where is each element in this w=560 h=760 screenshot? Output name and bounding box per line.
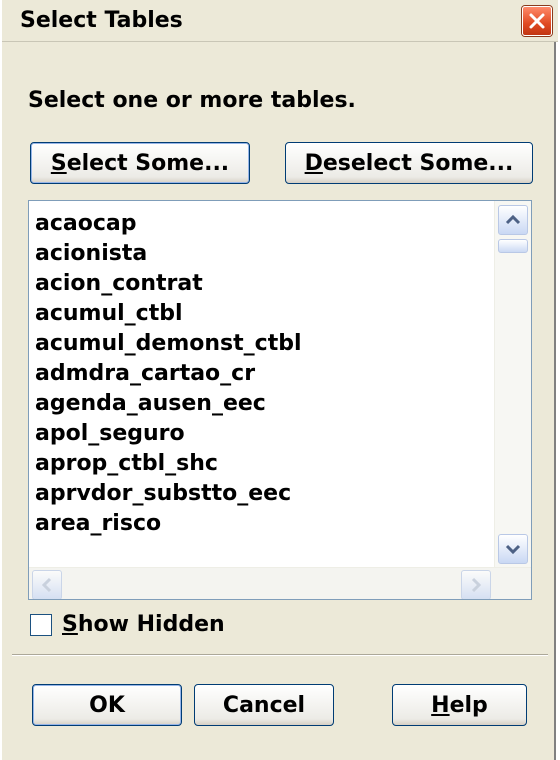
list-item[interactable]: area_risco [35, 509, 495, 539]
show-hidden-text: how Hidden [77, 612, 225, 637]
chevron-left-icon [41, 577, 52, 593]
scroll-down-button[interactable] [498, 534, 528, 564]
select-tables-dialog: Select Tables Select one or more tables.… [0, 0, 558, 760]
chevron-right-icon [471, 577, 482, 593]
horizontal-scrollbar[interactable] [29, 567, 531, 599]
show-hidden-mnemonic: S [62, 612, 78, 637]
select-some-button[interactable]: Select Some... [30, 142, 250, 184]
list-item[interactable]: acionista [35, 239, 495, 269]
chevron-up-icon [505, 214, 521, 225]
chevron-down-icon [505, 544, 521, 555]
list-item[interactable]: acaocap [35, 209, 495, 239]
scroll-right-button[interactable] [461, 570, 491, 599]
list-item[interactable]: acumul_ctbl [35, 299, 495, 329]
ok-button[interactable]: OK [32, 684, 182, 726]
list-item[interactable]: acion_contrat [35, 269, 495, 299]
tables-listbox[interactable]: acaocap acionista acion_contrat acumul_c… [28, 200, 532, 600]
list-item[interactable]: acumul_demonst_ctbl [35, 329, 495, 359]
list-item[interactable]: agenda_ausen_eec [35, 389, 495, 419]
scroll-up-button[interactable] [498, 205, 528, 235]
help-label: elp [449, 692, 488, 718]
show-hidden-label[interactable]: Show Hidden [62, 612, 225, 637]
list-item[interactable]: aprvdor_substto_eec [35, 479, 495, 509]
close-icon [529, 13, 545, 29]
deselect-some-mnemonic: D [304, 150, 323, 176]
cancel-button[interactable]: Cancel [194, 684, 334, 726]
title-bar[interactable]: Select Tables [2, 0, 558, 42]
list-item[interactable]: apol_seguro [35, 419, 495, 449]
deselect-some-label: eselect Some... [322, 150, 514, 176]
ok-label: OK [89, 692, 125, 718]
vertical-scrollbar[interactable] [494, 201, 531, 567]
select-some-mnemonic: S [50, 150, 67, 176]
vertical-scroll-thumb[interactable] [498, 239, 528, 253]
show-hidden-checkbox[interactable] [30, 614, 52, 636]
select-some-label: elect Some... [66, 150, 230, 176]
help-mnemonic: H [431, 692, 450, 718]
list-item[interactable]: admdra_cartao_cr [35, 359, 495, 389]
scroll-left-button[interactable] [32, 570, 62, 599]
list-item[interactable]: aprop_ctbl_shc [35, 449, 495, 479]
help-button[interactable]: Help [392, 684, 527, 726]
instruction-text: Select one or more tables. [28, 88, 356, 113]
cancel-label: Cancel [222, 692, 306, 718]
separator [12, 654, 548, 656]
deselect-some-button[interactable]: Deselect Some... [285, 142, 533, 184]
dialog-title: Select Tables [20, 8, 183, 33]
close-button[interactable] [522, 6, 552, 36]
tables-list: acaocap acionista acion_contrat acumul_c… [35, 209, 495, 539]
